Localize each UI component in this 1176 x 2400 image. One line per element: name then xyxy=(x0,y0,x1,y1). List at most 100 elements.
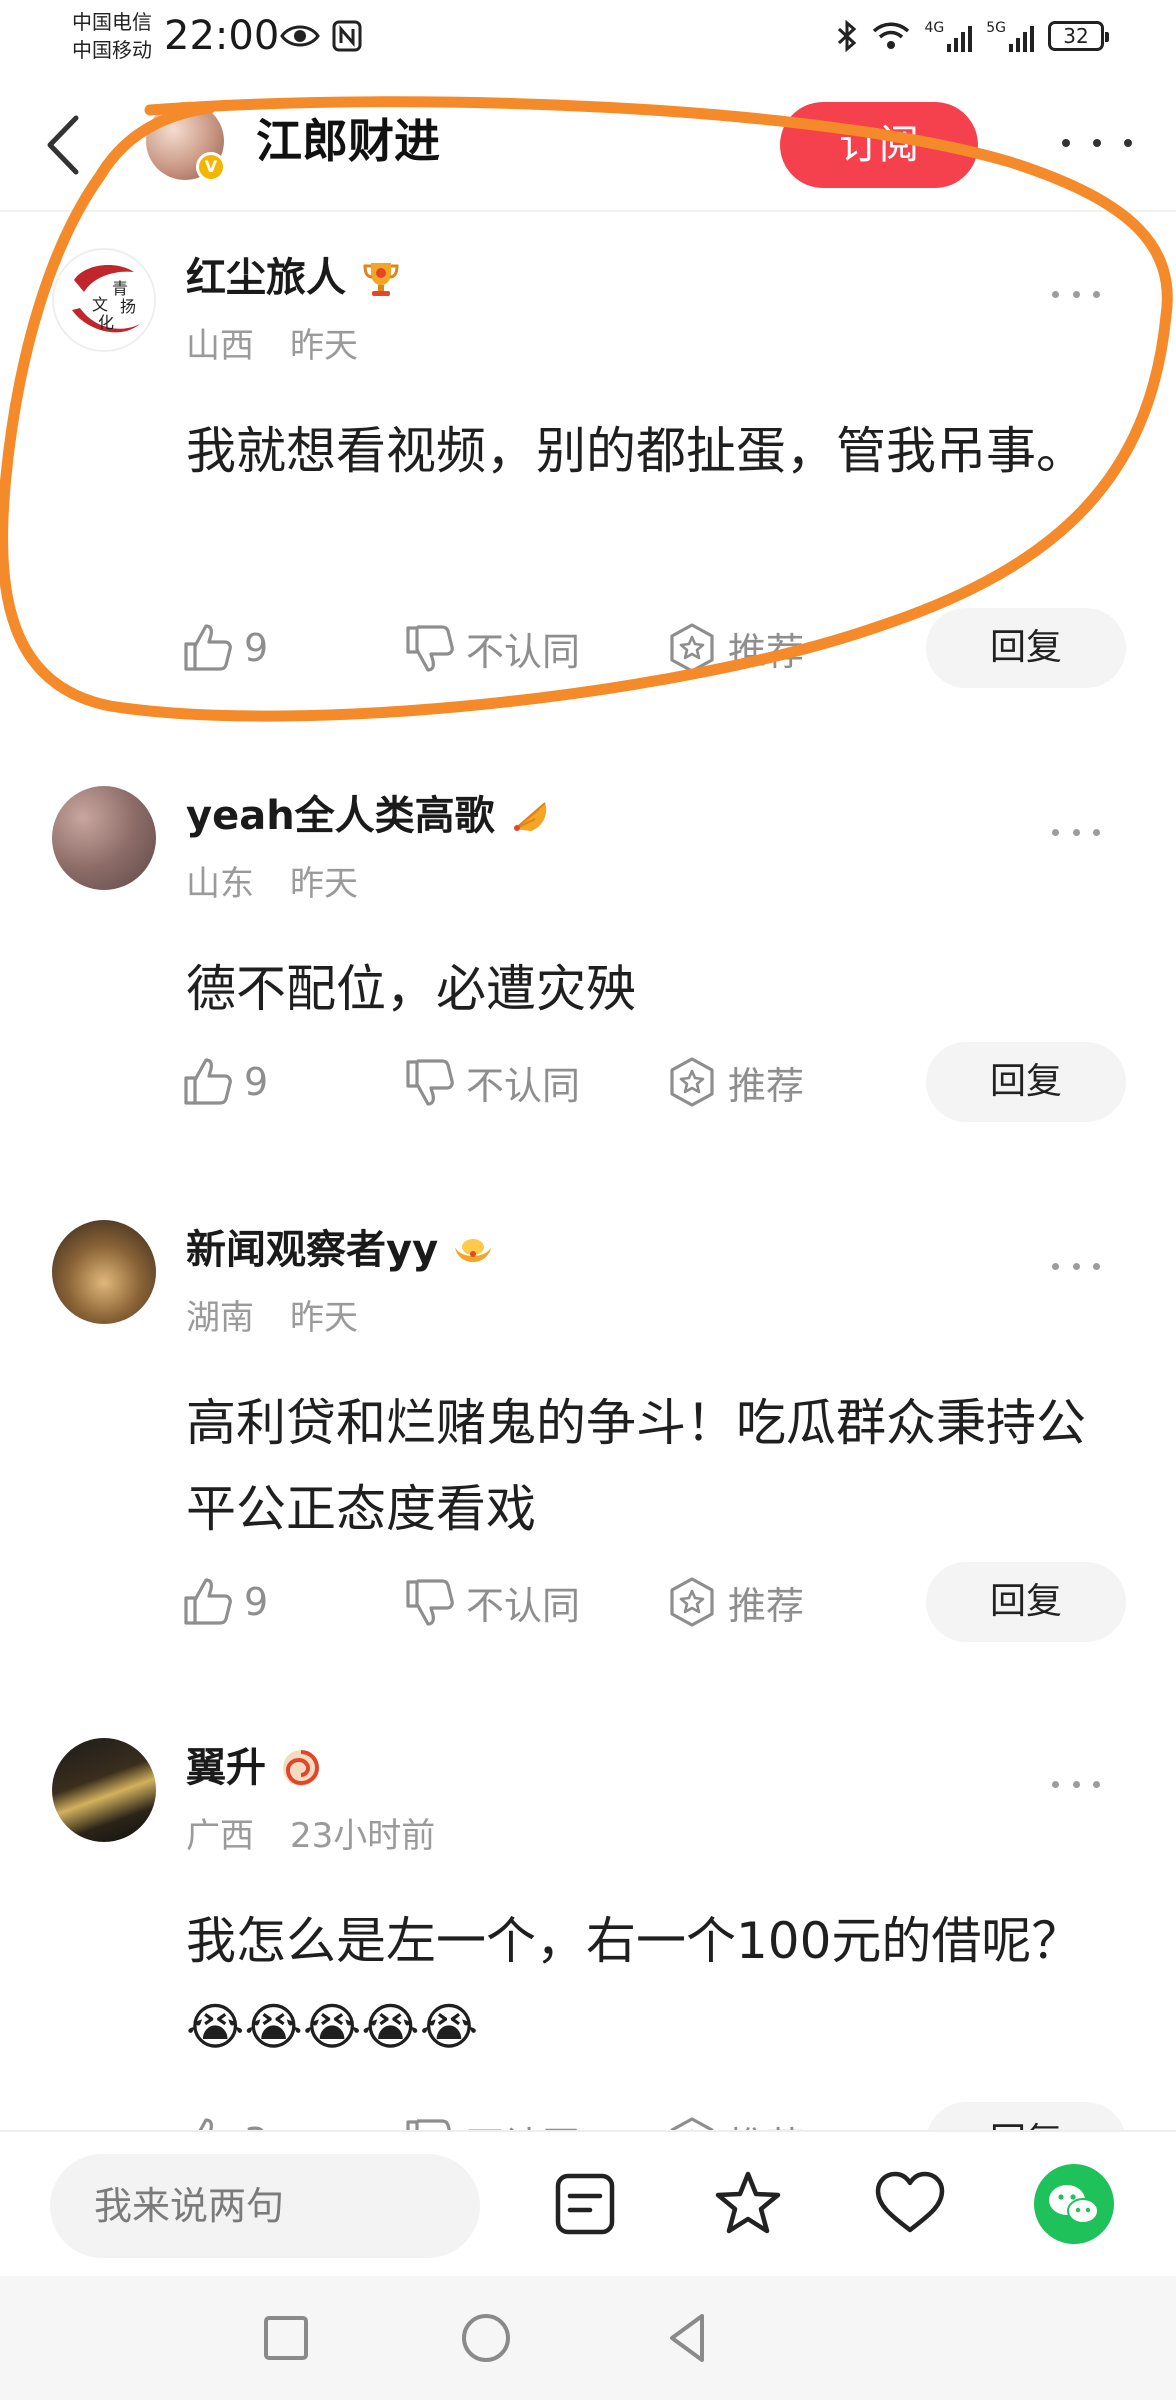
disagree-label: 不认同 xyxy=(466,2115,580,2131)
verified-icon: V xyxy=(196,152,226,182)
comment-item: 新闻观察者yy 湖南 昨天 高利贷和烂赌鬼的争斗！吃瓜群众秉持公平公正态度看戏 … xyxy=(0,1184,1176,1704)
wifi-icon xyxy=(873,22,910,49)
comment-list: 青 扬 文 化 红尘旅人 山西 昨天 我就想看视频，别的都扯蛋，管我吊事。 9 … xyxy=(0,212,1176,2130)
star-icon xyxy=(715,2171,781,2234)
carrier-1: 中国电信 xyxy=(72,10,152,34)
like-button[interactable]: 3 xyxy=(182,2100,268,2130)
comment-username[interactable]: yeah全人类高歌 xyxy=(186,790,495,842)
wechat-share-button[interactable] xyxy=(1034,2164,1114,2244)
signal-4g-icon: 4G xyxy=(924,20,973,52)
subscribe-button[interactable]: 订阅 xyxy=(780,102,978,188)
like-button[interactable]: 9 xyxy=(182,1560,268,1644)
comment-meta: 湖南 昨天 xyxy=(186,1296,358,1340)
comment-user-row: 红尘旅人 xyxy=(186,252,402,304)
comments-button[interactable] xyxy=(548,2166,624,2242)
author-name[interactable]: 江郎财进 xyxy=(256,112,440,170)
back-button[interactable] xyxy=(36,110,92,180)
square-icon xyxy=(264,2316,308,2360)
article-header: V 江郎财进 订阅 xyxy=(0,72,1176,212)
comment-input[interactable]: 我来说两句 xyxy=(50,2154,480,2258)
like-count: 9 xyxy=(244,1580,269,1624)
like-count: 9 xyxy=(244,626,269,670)
reply-button[interactable]: 回复 xyxy=(926,608,1126,688)
swirl-icon xyxy=(283,1750,320,1786)
recommend-star-hexagon-icon xyxy=(670,623,714,673)
thumbs-up-icon xyxy=(184,1578,232,1625)
wechat-icon xyxy=(1049,2185,1099,2224)
comment-meta: 山东 昨天 xyxy=(186,862,358,906)
home-button[interactable] xyxy=(456,2308,516,2368)
battery-level: 32 xyxy=(1063,24,1089,48)
comment-avatar[interactable]: 青 扬 文 化 xyxy=(52,248,156,352)
gold-ingot-icon xyxy=(455,1239,492,1262)
comment-username[interactable]: 红尘旅人 xyxy=(186,252,346,304)
chevron-left-icon xyxy=(47,115,79,175)
net-type-1: 4G xyxy=(924,20,945,36)
thumbs-up-icon xyxy=(198,2118,213,2130)
comment-avatar[interactable] xyxy=(52,786,156,890)
favorite-button[interactable] xyxy=(710,2166,786,2242)
disagree-button[interactable]: 不认同 xyxy=(404,606,580,690)
comment-text: 我怎么是左一个，右一个100元的借呢？😭😭😭😭😭 xyxy=(186,1912,1082,2056)
comment-avatar[interactable] xyxy=(52,1220,156,1324)
comment-location: 广西 xyxy=(186,1816,254,1856)
comment-username[interactable]: 翼升 xyxy=(186,1742,266,1794)
comment-time: 昨天 xyxy=(290,864,358,904)
recommend-label: 推荐 xyxy=(728,1063,805,1108)
reply-button[interactable]: 回复 xyxy=(926,2102,1126,2130)
recommend-button[interactable]: 推荐 xyxy=(666,1560,804,1644)
like-button[interactable]: 9 xyxy=(182,1040,268,1124)
disagree-button[interactable]: 不认同 xyxy=(404,2100,580,2130)
like-count: 9 xyxy=(244,1060,269,1104)
comment-actions: 3 不认同 推荐 回复 xyxy=(0,2100,1176,2130)
comment-actions: 9 不认同 推荐 回复 xyxy=(0,606,1176,690)
comment-location: 湖南 xyxy=(186,1298,254,1338)
disagree-label: 不认同 xyxy=(466,629,581,674)
clock: 22:00 xyxy=(164,13,280,59)
system-navigation-bar xyxy=(0,2276,1176,2400)
calligraphy-avatar-icon: 青 扬 文 化 xyxy=(56,252,154,350)
comment-actions: 9 不认同 推荐 回复 xyxy=(0,1560,1176,1644)
signal-5g-icon: 5G xyxy=(986,20,1034,52)
recommend-button[interactable]: 推荐 xyxy=(666,1040,804,1124)
comment-avatar[interactable] xyxy=(52,1738,156,1842)
comment-more-button[interactable] xyxy=(1052,288,1100,300)
thumbs-up-icon xyxy=(184,624,232,671)
battery-indicator: 32 xyxy=(1048,21,1109,51)
comment-more-button[interactable] xyxy=(1052,826,1100,838)
status-right-icons: 4G 5G 32 xyxy=(836,18,1109,54)
like-article-button[interactable] xyxy=(872,2166,948,2242)
system-back-button[interactable] xyxy=(658,2308,718,2368)
circle-icon xyxy=(462,2314,510,2362)
recent-apps-button[interactable] xyxy=(256,2308,316,2368)
comment-user-row: 翼升 xyxy=(186,1742,322,1794)
like-button[interactable]: 9 xyxy=(182,606,268,690)
comment-item: 青 扬 文 化 红尘旅人 山西 昨天 我就想看视频，别的都扯蛋，管我吊事。 9 … xyxy=(0,212,1176,692)
carrier-2: 中国移动 xyxy=(72,38,152,62)
thumbs-down-icon xyxy=(406,625,454,672)
bottom-action-bar: 我来说两句 xyxy=(0,2130,1176,2276)
comment-user-row: 新闻观察者yy xyxy=(186,1224,494,1276)
comment-item: 翼升 广西 23小时前 我怎么是左一个，右一个100元的借呢？😭😭😭😭😭 3 不… xyxy=(0,1702,1176,2130)
status-left-icons xyxy=(280,18,362,54)
comment-user-row: yeah全人类高歌 xyxy=(186,790,551,842)
disagree-button[interactable]: 不认同 xyxy=(404,1560,580,1644)
thumbs-down-icon xyxy=(406,1579,454,1626)
net-type-2: 5G xyxy=(986,20,1006,36)
comment-text: 德不配位，必遭灾殃 xyxy=(186,960,636,1018)
reply-button[interactable]: 回复 xyxy=(926,1042,1126,1122)
comment-item: yeah全人类高歌 山东 昨天 德不配位，必遭灾殃 9 不认同 推荐 回复 xyxy=(0,750,1176,1230)
more-options-button[interactable] xyxy=(1062,128,1132,158)
thumbs-up-icon xyxy=(184,1058,232,1105)
comment-more-button[interactable] xyxy=(1052,1260,1100,1272)
comment-username[interactable]: 新闻观察者yy xyxy=(186,1224,438,1276)
disagree-button[interactable]: 不认同 xyxy=(404,1040,580,1124)
comment-more-button[interactable] xyxy=(1052,1778,1100,1790)
like-count: 3 xyxy=(244,2120,268,2130)
trophy-icon xyxy=(363,263,399,296)
recommend-button[interactable]: 推荐 xyxy=(666,2100,804,2130)
comment-list-icon xyxy=(555,2173,615,2235)
recommend-button[interactable]: 推荐 xyxy=(666,606,804,690)
reply-button[interactable]: 回复 xyxy=(926,1562,1126,1642)
carrier-labels: 中国电信 中国移动 xyxy=(72,8,152,64)
